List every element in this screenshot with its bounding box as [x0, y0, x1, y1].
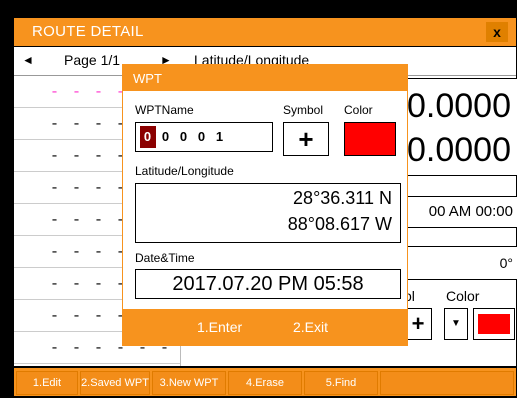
datetime-field[interactable]: 2017.07.20 PM 05:58 [135, 269, 401, 299]
color-swatch-bg[interactable] [473, 308, 515, 340]
time-field[interactable]: 00 AM 00:00 [402, 196, 517, 228]
symbol-button-bg[interactable]: + [404, 308, 432, 340]
enter-button[interactable]: 1.Enter [197, 319, 242, 335]
color-swatch[interactable] [344, 122, 396, 156]
erase-button[interactable]: 4.Erase [228, 371, 302, 395]
symbol-label: Symbol [283, 103, 324, 117]
page-indicator: Page 1/1 [64, 52, 121, 68]
window-title: ROUTE DETAIL [32, 23, 144, 40]
name-digit[interactable]: 1 [212, 126, 228, 148]
longitude-value: 88°08.617 W [287, 214, 392, 234]
datetime-label: Date&Time [135, 251, 195, 265]
exit-button[interactable]: 2.Exit [293, 319, 328, 335]
new-wpt-button[interactable]: 3.New WPT [152, 371, 226, 395]
datetime-value: 2017.07.20 PM 05:58 [172, 273, 364, 295]
function-key-bar: 1.Edit 2.Saved WPT 3.New WPT 4.Erase 5.F… [14, 368, 516, 396]
wpt-dialog: WPT WPTName Symbol Color 0 0 0 0 1 + Lat… [122, 64, 408, 346]
chevron-down-icon[interactable]: ▼ [444, 308, 468, 340]
name-digit-selected[interactable]: 0 [140, 126, 156, 148]
latitude-value: 28°36.311 N [293, 188, 392, 208]
edit-button[interactable]: 1.Edit [16, 371, 78, 395]
symbol-button[interactable]: + [283, 122, 329, 156]
name-digit[interactable]: 0 [158, 126, 174, 148]
wpt-name-field[interactable]: 0 0 0 0 1 [135, 122, 273, 152]
time-value: 00 AM 00:00 [428, 203, 513, 220]
name-digit[interactable]: 0 [194, 126, 210, 148]
heading-value: 0° [499, 255, 513, 271]
saved-wpt-button[interactable]: 2.Saved WPT [80, 371, 150, 395]
color-label-bg: Color [446, 288, 480, 304]
coordinate-display: 0.0000 0.0000 [404, 78, 517, 176]
close-button[interactable]: x [486, 22, 508, 42]
latlon-field[interactable]: 28°36.311 N 88°08.617 W [135, 183, 401, 243]
coordinate-value-2: 0.0000 [407, 131, 511, 169]
left-arrow-icon[interactable]: ◄ [22, 53, 34, 67]
wpt-name-label: WPTName [135, 103, 194, 117]
color-fill [478, 314, 510, 334]
dialog-title-bar: WPT [123, 65, 407, 91]
heading-field[interactable]: 0° [404, 246, 517, 280]
latlon-label: Latitude/Longitude [135, 164, 234, 178]
title-bar: ROUTE DETAIL x [14, 18, 516, 46]
dialog-title: WPT [133, 71, 162, 86]
find-button[interactable]: 5.Find [304, 371, 378, 395]
route-detail-screen: ROUTE DETAIL x ◄ Page 1/1 ► Latitude/Lon… [0, 0, 517, 398]
dialog-footer: 1.Enter 2.Exit [123, 309, 407, 345]
color-label: Color [344, 103, 373, 117]
empty-function-button[interactable] [380, 371, 514, 395]
coordinate-value-1: 0.0000 [407, 87, 511, 125]
name-digit[interactable]: 0 [176, 126, 192, 148]
